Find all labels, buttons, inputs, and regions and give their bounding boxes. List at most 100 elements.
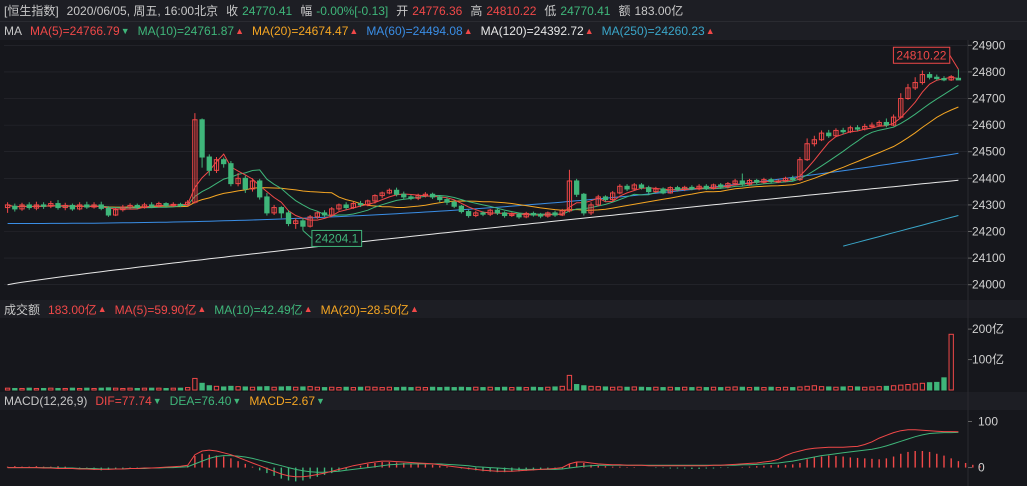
close-value: 24770.41 [242,3,293,18]
volume-bar [595,386,601,391]
arrow-up-icon: ▲ [463,26,473,36]
price-tick-label: 24400 [972,171,1006,185]
volume-bar [480,387,486,391]
price-tick-label: 24700 [972,92,1006,106]
volume-bar [718,387,724,391]
candle-body [278,207,284,214]
ma120-value: MA(120)=24392.72 [480,24,584,38]
volume-bar [703,387,709,391]
index-name[interactable]: [恒生指数] [4,2,59,19]
volume-bar [386,386,393,391]
candle-body [40,204,47,207]
ma10-line [7,84,959,217]
volume-bar [811,385,817,391]
volume-bar [602,386,609,391]
candle-body [343,204,349,209]
ma-legend-item: MA(5)=24766.79 ▼ [30,24,130,38]
volume-bar [221,386,227,391]
volume-bar [242,386,248,391]
grid-lines [4,40,969,486]
volume-bar [185,387,191,391]
high-label: 高 [470,4,483,18]
volume-bar [689,387,695,391]
volume-bar [300,386,306,391]
candle-body [451,201,457,207]
volume-bar [408,387,414,391]
volume-bar [415,386,421,391]
ma-legend: MA MA(5)=24766.79 ▼ MA(10)=24761.87 ▲ MA(2… [0,22,1027,40]
volume-bar [566,374,573,391]
volume-bar [451,387,457,391]
candle-body [393,189,400,195]
macd-tick-label: 100 [978,415,998,429]
candle-body [242,177,248,190]
volume-bar [228,385,234,391]
volume-bar [934,381,940,391]
candle-body [321,212,328,216]
volume-bar [905,384,911,391]
volume-tick-label: 100亿 [972,352,1004,367]
ma5-value: MA(5)=24766.79 [30,24,120,38]
low-value: 24770.41 [560,3,611,18]
ma-legend-item: MA(20)=24674.47 ▲ [252,24,358,38]
dea-line [7,431,959,473]
volume-bar [26,387,32,391]
volume-bar [336,387,342,391]
volume-bar [105,387,112,391]
candle-body [221,159,227,165]
quote-datetime: 2020/06/05, 周五, 16:00北京 [66,4,219,18]
price-axis: 24900 24800 24700 24600 24500 24400 24300 24200… [968,40,1006,475]
volume-bar [646,387,652,391]
volume-bar [696,386,702,391]
volume-bar [69,387,76,391]
volume-bar [401,386,407,391]
volume-bar [725,386,731,391]
amount-label: 额 [618,4,631,18]
candle-body [401,193,407,198]
amount-value: 183.00亿 [634,4,684,18]
volume-bar [919,382,926,391]
candle-body [739,180,745,185]
price-tick-label: 24200 [972,225,1006,239]
volume-bar [890,385,897,391]
candle-body [646,187,652,193]
candle-body [206,156,212,171]
candle-body [768,179,774,183]
ma-legend-item: MA(250)=24260.23 ▲ [602,24,715,38]
volume-bar [149,387,155,391]
ma250-value: MA(250)=24260.23 [601,24,705,38]
volume-bar [948,333,954,391]
candle-body [163,203,169,206]
volume-bar [329,386,335,391]
volume-bar [357,386,364,391]
high-label: 24810.22 [896,48,946,62]
candle-body [300,220,306,227]
candle-body [854,127,861,130]
candle-body [458,205,465,213]
volume-bar [84,387,90,391]
candle-body [149,204,155,207]
change-label: 幅 [300,4,313,18]
volume-bar [192,377,198,391]
volume-bar [76,387,83,391]
ma60-value: MA(60)=24494.08 [366,24,463,38]
volume-bar [120,387,126,391]
chart-canvas[interactable]: 24900 24800 24700 24600 24500 24400 24300 24200… [0,40,1027,486]
candle-body [12,205,18,210]
candle-body [926,74,933,78]
moving-average-lines [7,76,959,286]
volume-bar [213,385,220,391]
volume-bar [797,386,803,391]
candle-body [941,78,947,81]
volume-bar [141,387,148,391]
volume-bar [926,382,933,391]
volume-bar [804,385,810,391]
volume-bar [826,386,832,391]
volume-bar [177,387,184,391]
volume-bar [782,386,789,391]
volume-bar [429,386,436,391]
candle-body [357,203,364,206]
volume-bar [876,386,882,391]
volume-bar [206,385,212,391]
ma-legend-title[interactable]: MA [4,24,22,38]
